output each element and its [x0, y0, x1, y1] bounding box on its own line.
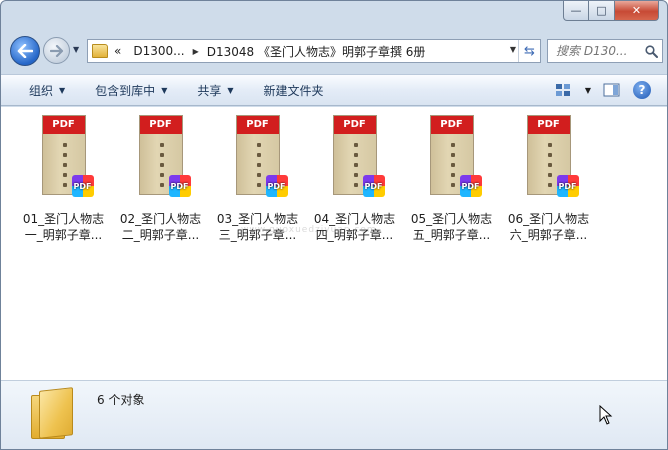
back-button[interactable] [10, 36, 40, 66]
search-input[interactable] [556, 44, 640, 58]
include-in-library-menu[interactable]: 包含到库中 ▼ [95, 82, 167, 99]
refresh-button[interactable]: ⇆ [518, 40, 540, 62]
file-name: 02_圣门人物志 二_明郭子章... [115, 211, 207, 243]
search-box[interactable] [547, 39, 663, 63]
new-folder-button[interactable]: 新建文件夹 [264, 82, 324, 99]
file-item[interactable]: PDF PDF 02_圣门人物志 二_明郭子章... [112, 113, 209, 243]
recent-pages-dropdown[interactable]: ▼ [73, 45, 79, 54]
address-dropdown-button[interactable]: ▼ [510, 45, 516, 54]
pdf-band-label: PDF [527, 116, 570, 134]
cover-title-marks [60, 140, 70, 190]
chevron-down-icon: ▼ [584, 85, 591, 95]
pdf-thumbnail: PDF PDF [137, 115, 191, 199]
preview-pane-icon [603, 83, 620, 97]
close-button[interactable]: ✕ [615, 1, 659, 21]
preview-pane-button[interactable] [603, 82, 621, 98]
file-name-line2: 四_明郭子章... [315, 228, 394, 242]
arrow-right-icon [49, 44, 63, 57]
file-name-line1: 06_圣门人物志 [507, 212, 590, 226]
file-name-line2: 五_明郭子章... [412, 228, 491, 242]
cover-title-marks [157, 140, 167, 190]
pdf-band-label: PDF [236, 116, 279, 134]
pdf-app-icon: PDF [556, 175, 579, 197]
chevron-right-icon[interactable]: ▶ [193, 47, 199, 56]
file-name-line1: 03_圣门人物志 [216, 212, 299, 226]
pdf-thumbnail: PDF PDF [40, 115, 94, 199]
file-item[interactable]: PDF PDF 06_圣门人物志 六_明郭子章... [500, 113, 597, 243]
explorer-window: — □ ✕ ▼ « D1300... ▶ D13048 《圣门人物志》明郭子章撰… [0, 0, 668, 450]
file-grid: PDF PDF 01_圣门人物志 一_明郭子章... PDF PDF 02_圣门人物志 二_明… [15, 113, 597, 243]
pdf-band-label: PDF [333, 116, 376, 134]
pdf-app-icon: PDF [362, 175, 385, 197]
share-menu[interactable]: 共享 ▼ [197, 82, 233, 99]
file-name-line2: 六_明郭子章... [509, 228, 588, 242]
command-bar: 组织 ▼ 包含到库中 ▼ 共享 ▼ 新建文件夹 ▼ ? [1, 74, 667, 106]
organize-menu[interactable]: 组织 ▼ [29, 82, 65, 99]
pdf-app-icon: PDF [459, 175, 482, 197]
details-pane: 6 个对象 [1, 380, 667, 449]
file-list-area[interactable]: PDF PDF 01_圣门人物志 一_明郭子章... PDF PDF 02_圣门人物志 二_明… [1, 107, 667, 380]
navigation-bar: ▼ « D1300... ▶ D13048 《圣门人物志》明郭子章撰 6册 ▼ … [7, 28, 663, 72]
breadcrumb: « D1300... ▶ D13048 《圣门人物志》明郭子章撰 6册 [114, 43, 425, 60]
cover-title-marks [448, 140, 458, 190]
cover-title-marks [351, 140, 361, 190]
file-name-line1: 01_圣门人物志 [22, 212, 105, 226]
caption-buttons: — □ ✕ [563, 1, 659, 21]
cover-title-marks [545, 140, 555, 190]
help-button[interactable]: ? [633, 81, 651, 99]
cover-title-marks [254, 140, 264, 190]
file-name: 03_圣门人物志 三_明郭子章... [212, 211, 304, 243]
pdf-band-label: PDF [42, 116, 85, 134]
pdf-app-icon: PDF [168, 175, 191, 197]
pdf-app-icon: PDF [265, 175, 288, 197]
view-controls: ▼ ? [543, 81, 651, 99]
include-in-library-label: 包含到库中 [95, 83, 156, 98]
file-item[interactable]: PDF PDF 03_圣门人物志 三_明郭子章... [209, 113, 306, 243]
file-name-line2: 三_明郭子章... [218, 228, 297, 242]
refresh-icon: ⇆ [524, 43, 535, 59]
item-count: 6 个对象 [97, 393, 145, 407]
organize-label: 组织 [29, 83, 54, 98]
file-name-line2: 一_明郭子章... [24, 228, 103, 242]
minimize-button[interactable]: — [563, 1, 589, 21]
pdf-thumbnail: PDF PDF [525, 115, 579, 199]
file-name-line1: 02_圣门人物志 [119, 212, 202, 226]
chevron-down-icon: ▼ [59, 85, 66, 95]
change-view-button[interactable] [555, 82, 573, 98]
arrow-left-icon [17, 44, 33, 58]
pdf-band-label: PDF [430, 116, 473, 134]
search-icon [645, 44, 658, 58]
share-label: 共享 [197, 83, 222, 98]
address-bar[interactable]: « D1300... ▶ D13048 《圣门人物志》明郭子章撰 6册 ▼ ⇆ [87, 39, 541, 63]
forward-button[interactable] [43, 37, 70, 64]
pdf-thumbnail: PDF PDF [428, 115, 482, 199]
folder-icon [31, 387, 73, 441]
breadcrumb-overflow-button[interactable]: « [114, 44, 121, 58]
chevron-down-icon: ▼ [227, 85, 234, 95]
breadcrumb-item-current[interactable]: D13048 《圣门人物志》明郭子章撰 6册 [207, 43, 426, 60]
new-folder-label: 新建文件夹 [263, 83, 324, 98]
file-item[interactable]: PDF PDF 05_圣门人物志 五_明郭子章... [403, 113, 500, 243]
file-name-line2: 二_明郭子章... [121, 228, 200, 242]
file-name: 05_圣门人物志 五_明郭子章... [406, 211, 498, 243]
file-name: 06_圣门人物志 六_明郭子章... [503, 211, 595, 243]
breadcrumb-item-parent[interactable]: D1300... [133, 44, 184, 58]
view-options-dropdown[interactable]: ▼ [585, 86, 591, 95]
file-name: 04_圣门人物志 四_明郭子章... [309, 211, 401, 243]
pdf-band-label: PDF [139, 116, 182, 134]
file-item[interactable]: PDF PDF 01_圣门人物志 一_明郭子章... [15, 113, 112, 243]
view-grid-icon [555, 84, 570, 96]
maximize-button[interactable]: □ [589, 1, 615, 21]
mouse-cursor-icon [599, 405, 613, 425]
file-name-line1: 04_圣门人物志 [313, 212, 396, 226]
file-item[interactable]: PDF PDF 04_圣门人物志 四_明郭子章... [306, 113, 403, 243]
folder-icon [92, 44, 108, 58]
file-name: 01_圣门人物志 一_明郭子章... [18, 211, 110, 243]
pdf-thumbnail: PDF PDF [234, 115, 288, 199]
pdf-app-icon: PDF [71, 175, 94, 197]
file-name-line1: 05_圣门人物志 [410, 212, 493, 226]
help-icon: ? [633, 81, 651, 99]
pdf-thumbnail: PDF PDF [331, 115, 385, 199]
chevron-down-icon: ▼ [161, 85, 168, 95]
